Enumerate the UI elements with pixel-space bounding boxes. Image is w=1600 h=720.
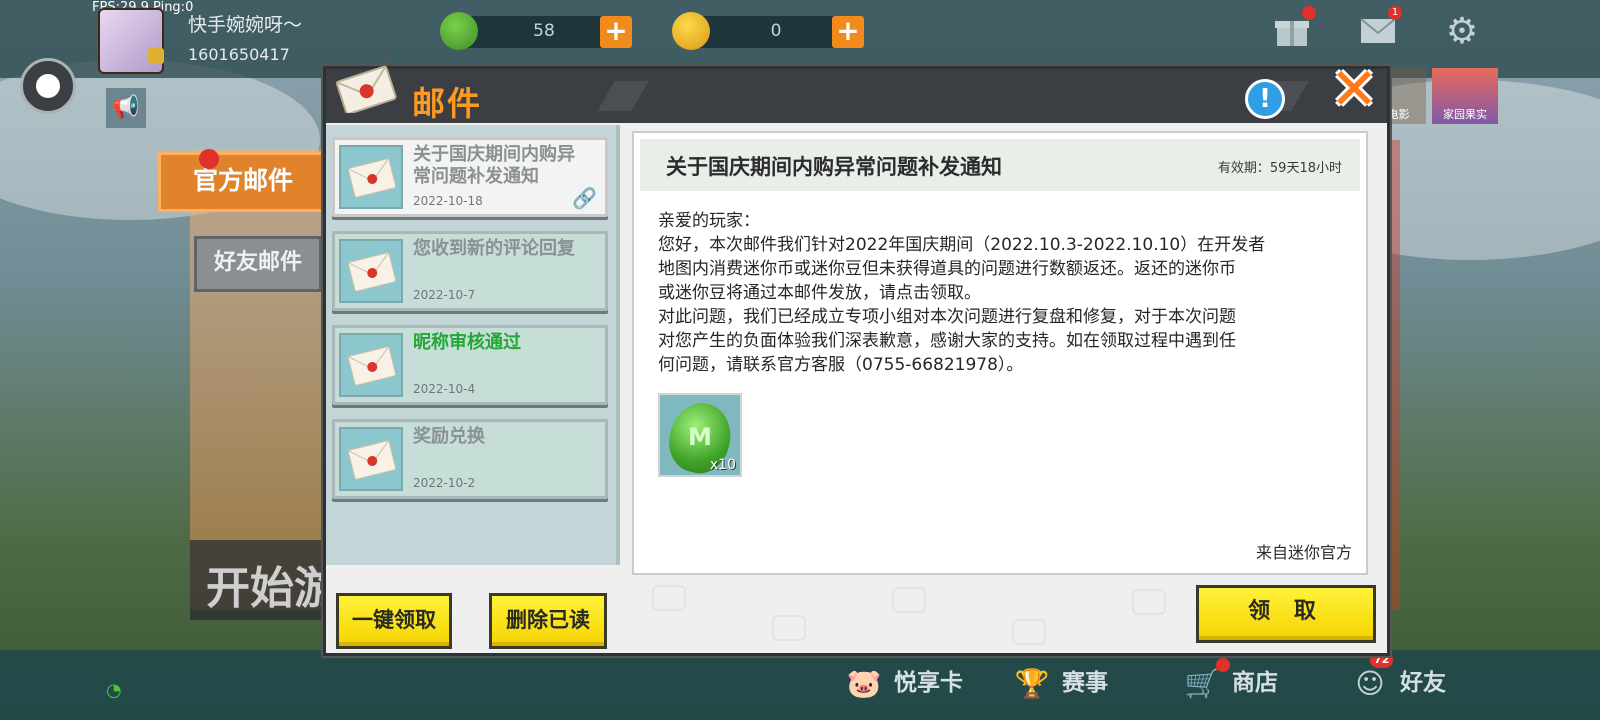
pig-card-icon: 🐷: [846, 666, 882, 700]
mail-detail-header: 关于国庆期间内购异常问题补发通知 有效期：59天18小时: [640, 139, 1360, 191]
tab-official-label: 官方邮件: [192, 166, 293, 195]
mail-body-line: 对您产生的负面体验我们深表歉意，感谢大家的支持。如在领取过程中遇到任: [658, 331, 1236, 351]
megaphone-icon[interactable]: 📢: [106, 88, 146, 128]
mail-envelope-icon: [335, 55, 397, 113]
attachment-item[interactable]: M x10: [658, 393, 742, 480]
mail-greeting: 亲爱的玩家：: [658, 211, 760, 231]
tab-friend-label: 好友邮件: [213, 250, 302, 275]
delete-read-button[interactable]: 删除已读: [489, 593, 607, 649]
home-fruit-tile[interactable]: 家园果实: [1432, 68, 1498, 124]
mail-subject: 昵称审核通过: [413, 332, 521, 353]
shop-notice-dot: [1216, 658, 1230, 672]
dialog-title: 邮件: [412, 84, 482, 123]
floating-menu-button[interactable]: [20, 58, 76, 114]
mail-date: 2022-10-18: [413, 194, 483, 208]
mail-list-item-2[interactable]: 您收到新的评论回复 2022-10-7: [332, 231, 608, 311]
mail-badge: 1: [1388, 6, 1402, 20]
nav-pass-card[interactable]: 🐷 悦享卡: [842, 660, 963, 706]
nav-friends-label: 好友: [1400, 670, 1447, 696]
mini-coin-icon: [672, 12, 710, 50]
bottom-nav: 🐷 悦享卡 🏆 赛事 🛒 商店 ☺ 72 好友: [0, 650, 1600, 720]
add-mini-bean-button[interactable]: +: [600, 16, 632, 48]
official-mail-dot: [199, 149, 219, 169]
mail-subject: 关于国庆期间内购异常问题补发通知: [413, 144, 575, 187]
mini-bean-value: 58: [533, 21, 555, 41]
mail-list-item-4[interactable]: 奖励兑换 2022-10-2: [332, 419, 608, 499]
mail-body-line: 或迷你豆将通过本邮件发放，请点击领取。: [658, 283, 981, 303]
dialog-header: 邮件 ! ✕: [326, 55, 1387, 123]
mini-bean-counter: 58 +: [440, 12, 632, 50]
mail-body-line: 您好，本次邮件我们针对2022年国庆期间（2022.10.3-2022.10.1…: [658, 235, 1266, 255]
envelope-icon: [339, 333, 403, 397]
mail-list: 关于国庆期间内购异常问题补发通知 2022-10-18 🔗 您收到新的评论回复 …: [326, 125, 620, 565]
claim-all-button[interactable]: 一键领取: [336, 593, 452, 649]
gear-icon[interactable]: ⚙: [1440, 10, 1484, 54]
add-mini-coin-button[interactable]: +: [832, 16, 864, 48]
mail-date: 2022-10-2: [413, 476, 476, 490]
mail-body-line: 何问题，请联系官方客服（0755-66821978）。: [658, 355, 1024, 375]
envelope-icon: [339, 145, 403, 209]
nav-events[interactable]: 🏆 赛事: [1010, 660, 1108, 706]
nav-events-label: 赛事: [1062, 670, 1109, 696]
mail-dialog: 邮件 ! ✕ 关于国庆期间内购异常问题补发通知 2022-10-18 🔗 您收到…: [323, 55, 1390, 656]
mail-list-item-3[interactable]: 昵称审核通过 2022-10-4: [332, 325, 608, 405]
nav-friends[interactable]: ☺ 72 好友: [1348, 652, 1447, 706]
attachment-clip-icon: 🔗: [572, 186, 597, 210]
trophy-icon: 🏆: [1014, 666, 1050, 700]
mail-list-item-1[interactable]: 关于国庆期间内购异常问题补发通知 2022-10-18 🔗: [332, 137, 608, 217]
mini-bean-icon: [440, 12, 478, 50]
attachment-quantity: x10: [709, 457, 736, 473]
mail-body: 您好，本次邮件我们针对2022年国庆期间（2022.10.3-2022.10.1…: [658, 233, 1338, 377]
mail-body-line: 地图内消费迷你币或迷你豆但未获得道具的问题进行数额返还。返还的迷你币: [658, 259, 1236, 279]
mail-detail-panel: 关于国庆期间内购异常问题补发通知 有效期：59天18小时 亲爱的玩家： 您好，本…: [632, 131, 1368, 575]
info-button[interactable]: !: [1245, 79, 1285, 119]
player-nickname: 快手婉婉呀～: [188, 14, 303, 36]
claim-button[interactable]: 领 取: [1196, 585, 1376, 643]
mail-date: 2022-10-4: [413, 382, 476, 396]
tab-official-mail[interactable]: 官方邮件: [158, 149, 328, 212]
mail-subject: 您收到新的评论回复: [413, 238, 575, 259]
vip-badge-icon: [148, 48, 164, 64]
wifi-signal-icon: ◔: [106, 680, 122, 701]
mini-coin-counter: 0 +: [672, 12, 864, 50]
player-uid: 1601650417: [188, 45, 290, 64]
envelope-icon: [339, 427, 403, 491]
gift-icon[interactable]: [1270, 6, 1316, 54]
tab-friend-mail[interactable]: 好友邮件: [194, 236, 322, 292]
mini-coin-value: 0: [770, 21, 782, 41]
close-button[interactable]: ✕: [1326, 60, 1382, 119]
mail-subject: 奖励兑换: [413, 426, 485, 447]
nav-shop-label: 商店: [1232, 670, 1279, 696]
mail-icon[interactable]: 1: [1356, 6, 1402, 54]
nav-pass-card-label: 悦享卡: [894, 670, 964, 696]
start-game-button-bg: 开始游: [190, 540, 340, 620]
mail-detail-title: 关于国庆期间内购异常问题补发通知: [666, 155, 1002, 179]
envelope-icon: [339, 239, 403, 303]
mail-validity: 有效期：59天18小时: [1217, 161, 1342, 176]
mail-body-line: 对此问题，我们已经成立专项小组对本次问题进行复盘和修复，对于本次问题: [658, 307, 1236, 327]
mail-date: 2022-10-7: [413, 288, 476, 302]
gift-notice-dot: [1302, 6, 1316, 20]
avatar[interactable]: [98, 8, 164, 74]
nav-shop[interactable]: 🛒 商店: [1180, 658, 1279, 706]
mail-sender: 来自迷你官方: [1255, 543, 1352, 562]
